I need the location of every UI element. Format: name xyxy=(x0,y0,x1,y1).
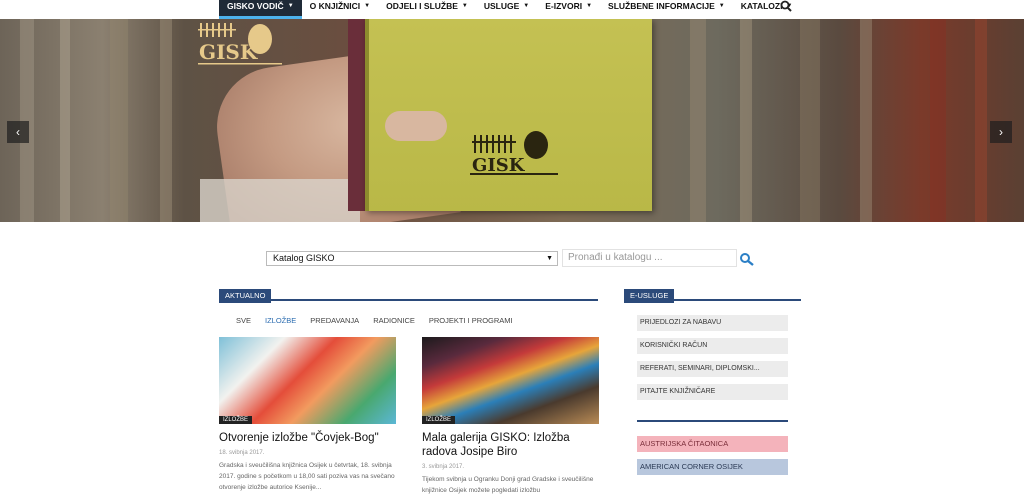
chevron-down-icon: ▼ xyxy=(461,3,468,9)
aktualno-filter-tabs: SVE IZLOŽBE PREDAVANJA RADIONICE PROJEKT… xyxy=(236,316,527,325)
catalog-select-value: Katalog GISKO xyxy=(273,253,335,263)
logo-text: GISK xyxy=(199,40,258,64)
filter-tab-sve[interactable]: SVE xyxy=(236,316,251,325)
catalog-search-input[interactable]: Pronađi u katalogu ... xyxy=(562,249,737,267)
post-title[interactable]: Otvorenje izložbe "Čovjek-Bog" xyxy=(219,431,396,445)
nav-item-usluge[interactable]: USLUGE ▼ xyxy=(476,0,537,19)
e-usluge-item-prijedlozi[interactable]: PRIJEDLOZI ZA NABAVU xyxy=(637,315,788,331)
chevron-left-icon: ‹ xyxy=(16,125,20,139)
slider-prev-button[interactable]: ‹ xyxy=(7,121,29,143)
thumb-photo xyxy=(385,111,447,141)
post-thumbnail[interactable]: IZLOŽBE xyxy=(219,337,396,424)
nav-item-label: USLUGE xyxy=(483,1,520,11)
e-usluge-heading: E-USLUGE xyxy=(624,289,675,303)
filter-tab-radionice[interactable]: RADIONICE xyxy=(373,316,415,325)
catalog-search-button[interactable] xyxy=(739,252,755,266)
chevron-right-icon: › xyxy=(999,125,1003,139)
filter-tab-izlozbe[interactable]: IZLOŽBE xyxy=(265,316,296,325)
gisk-book-logo: GISK xyxy=(470,131,558,176)
chevron-down-icon: ▼ xyxy=(586,3,593,9)
e-usluge-item-pitajte[interactable]: PITAJTE KNJIŽNIČARE xyxy=(637,384,788,400)
post-title[interactable]: Mala galerija GISKO: Izložba radova Josi… xyxy=(422,431,599,459)
nav-item-label: E-IZVORI xyxy=(545,1,583,11)
post-category-badge[interactable]: IZLOŽBE xyxy=(219,416,253,424)
post-category-badge[interactable]: IZLOŽBE xyxy=(422,416,456,424)
sleeve-photo xyxy=(200,179,360,222)
chevron-down-icon: ▼ xyxy=(287,3,294,9)
chevron-down-icon: ▼ xyxy=(523,3,530,9)
hero-slider: GISK GISK ‹ › xyxy=(0,19,1024,222)
gisk-logo[interactable]: GISK xyxy=(198,21,282,69)
divider xyxy=(637,420,788,422)
nav-item-e-izvori[interactable]: E-IZVORI ▼ xyxy=(537,0,600,19)
book-logo-text: GISK xyxy=(472,155,526,176)
chevron-down-icon: ▼ xyxy=(718,3,725,9)
post-date: 18. svibnja 2017. xyxy=(219,450,265,456)
post-thumbnail[interactable]: IZLOŽBE xyxy=(422,337,599,424)
nav-item-o-knjiznici[interactable]: O KNJIŽNICI ▼ xyxy=(302,0,378,19)
post-excerpt: Tijekom svibnja u Ogranku Donji grad Gra… xyxy=(422,476,594,494)
e-usluge-item-referati[interactable]: REFERATI, SEMINARI, DIPLOMSKI... xyxy=(637,361,788,377)
catalog-select[interactable]: Katalog GISKO ▼ xyxy=(266,251,558,266)
search-icon[interactable] xyxy=(780,0,794,12)
post-excerpt: Gradska i sveučilišna knjižnica Osijek u… xyxy=(219,462,395,491)
american-corner-link[interactable]: AMERICAN CORNER OSIJEK xyxy=(637,459,788,475)
nav-item-gisko-vodic[interactable]: GISKO VODIČ ▼ xyxy=(219,0,302,19)
nav-item-label: KATALOZI xyxy=(740,1,783,11)
chevron-down-icon: ▼ xyxy=(546,255,553,262)
nav-menu: GISKO VODIČ ▼ O KNJIŽNICI ▼ ODJELI I SLUŽB… xyxy=(219,0,800,19)
filter-tab-predavanja[interactable]: PREDAVANJA xyxy=(310,316,359,325)
aktualno-heading: AKTUALNO xyxy=(219,289,272,303)
slider-next-button[interactable]: › xyxy=(990,121,1012,143)
nav-item-label: SLUŽBENE INFORMACIJE xyxy=(608,1,715,11)
e-usluge-item-korisnicki-racun[interactable]: KORISNIČKI RAČUN xyxy=(637,338,788,354)
e-usluge-header: E-USLUGE xyxy=(624,285,801,303)
post-card: IZLOŽBE Otvorenje izložbe "Čovjek-Bog" 1… xyxy=(219,337,396,493)
aktualno-header: AKTUALNO xyxy=(219,285,598,303)
e-usluge-list: PRIJEDLOZI ZA NABAVU KORISNIČKI RAČUN RE… xyxy=(637,315,788,407)
austrijska-citaonica-link[interactable]: AUSTRIJSKA ČITAONICA xyxy=(637,436,788,452)
nav-item-label: O KNJIŽNICI xyxy=(309,1,361,11)
catalog-search-placeholder: Pronađi u katalogu ... xyxy=(568,252,663,263)
nav-item-odjeli-i-sluzbe[interactable]: ODJELI I SLUŽBE ▼ xyxy=(378,0,476,19)
chevron-down-icon: ▼ xyxy=(364,3,371,9)
top-navigation: GISKO VODIČ ▼ O KNJIŽNICI ▼ ODJELI I SLUŽB… xyxy=(0,0,1024,19)
post-card: IZLOŽBE Mala galerija GISKO: Izložba rad… xyxy=(422,337,599,496)
nav-item-label: ODJELI I SLUŽBE xyxy=(386,1,458,11)
nav-item-sluzbene-informacije[interactable]: SLUŽBENE INFORMACIJE ▼ xyxy=(600,0,733,19)
post-date: 3. svibnja 2017. xyxy=(422,464,465,470)
filter-tab-projekti-i-programi[interactable]: PROJEKTI I PROGRAMI xyxy=(429,316,513,325)
nav-item-label: GISKO VODIČ xyxy=(227,1,284,11)
